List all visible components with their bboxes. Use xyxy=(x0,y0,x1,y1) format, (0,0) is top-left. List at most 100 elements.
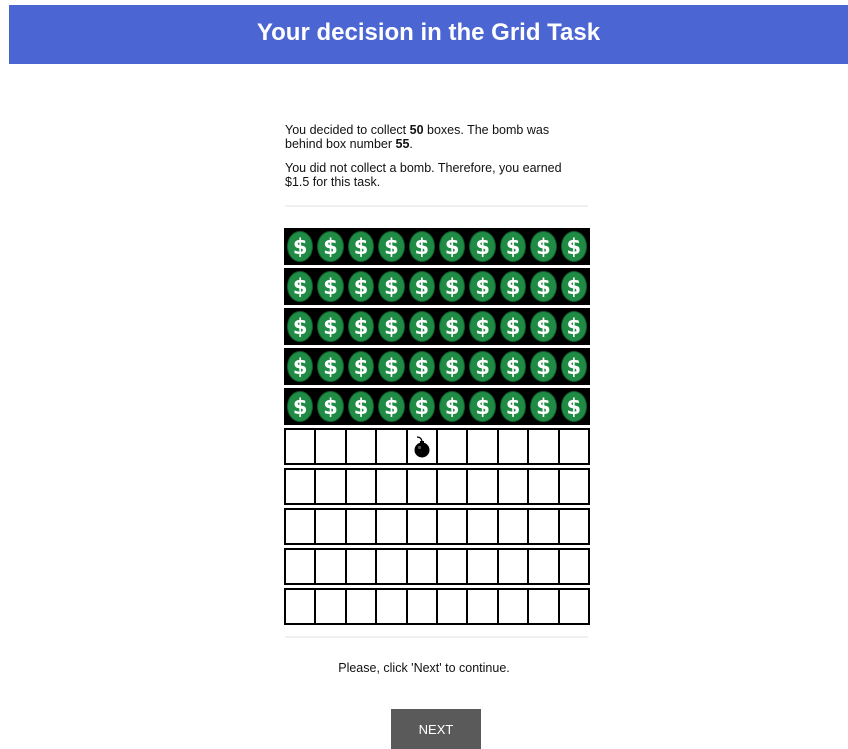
grid-box: $ xyxy=(498,310,528,343)
grid-box xyxy=(286,430,315,463)
grid-box: $ xyxy=(377,350,406,383)
grid-box: $ xyxy=(346,310,376,343)
grid-box: $ xyxy=(529,310,558,343)
grid-box xyxy=(438,590,467,623)
grid-box: $ xyxy=(377,230,406,263)
grid-box xyxy=(438,550,467,583)
page-header: Your decision in the Grid Task xyxy=(9,5,848,64)
grid-box xyxy=(559,590,589,623)
grid-row: $ $ $ $ $ $ $ $ $ $ xyxy=(284,348,590,385)
grid-box xyxy=(438,430,467,463)
grid-row xyxy=(284,548,590,585)
grid-row: $ $ $ $ $ $ $ $ $ $ xyxy=(284,388,590,425)
dollar-coin-icon: $ xyxy=(317,391,344,422)
bomb-box-number: 55 xyxy=(395,137,410,151)
dollar-coin-icon: $ xyxy=(347,311,375,342)
grid-box: $ xyxy=(407,350,437,383)
grid-box xyxy=(529,510,558,543)
grid-box: $ xyxy=(346,390,376,423)
dollar-coin-icon: $ xyxy=(439,231,466,262)
grid-box: $ xyxy=(559,350,589,383)
grid-row: $ $ $ $ $ $ $ $ $ $ xyxy=(284,228,590,265)
grid-box: $ xyxy=(377,270,406,303)
grid-box xyxy=(529,590,558,623)
grid-row xyxy=(284,468,590,505)
grid-row: $ $ $ $ $ $ $ $ $ $ xyxy=(284,268,590,305)
grid-box: $ xyxy=(498,270,528,303)
grid-box xyxy=(346,550,376,583)
dollar-coin-icon: $ xyxy=(408,231,436,262)
grid-box: $ xyxy=(468,270,497,303)
dollar-coin-icon: $ xyxy=(347,391,375,422)
grid-box: $ xyxy=(316,310,345,343)
dollar-coin-icon: $ xyxy=(469,311,496,342)
grid-box xyxy=(316,590,345,623)
grid-box: $ xyxy=(498,390,528,423)
grid-box: $ xyxy=(316,230,345,263)
earnings-text: You did not collect a bomb. Therefore, y… xyxy=(285,161,562,189)
next-button[interactable]: NEXT xyxy=(391,709,481,749)
grid-row: $ $ $ $ $ $ $ $ $ $ xyxy=(284,308,590,345)
dollar-coin-icon: $ xyxy=(287,311,314,342)
grid-box: $ xyxy=(529,270,558,303)
grid-box xyxy=(407,590,437,623)
grid-box: $ xyxy=(529,230,558,263)
grid-row xyxy=(284,508,590,545)
grid-box: $ xyxy=(438,310,467,343)
grid-box xyxy=(377,590,406,623)
dollar-coin-icon: $ xyxy=(499,231,527,262)
grid-box: $ xyxy=(468,350,497,383)
grid-box xyxy=(498,470,528,503)
dollar-coin-icon: $ xyxy=(530,231,557,262)
dollar-coin-icon: $ xyxy=(408,311,436,342)
grid-box: $ xyxy=(346,270,376,303)
grid-box xyxy=(407,550,437,583)
dollar-coin-icon: $ xyxy=(530,391,557,422)
grid-box xyxy=(468,470,497,503)
grid-box xyxy=(468,550,497,583)
box-grid: $ $ $ $ $ $ $ $ $ $ $ $ $ $ $ $ $ $ $ $ $ $ $ $ $ $ $ $ $ $ $ $ $ $ $ $ $ $ $ $… xyxy=(284,228,590,628)
grid-box: $ xyxy=(438,230,467,263)
summary-text-part: You decided to collect xyxy=(285,123,410,137)
grid-box xyxy=(346,430,376,463)
grid-box: $ xyxy=(438,390,467,423)
grid-box xyxy=(346,590,376,623)
dollar-coin-icon: $ xyxy=(378,271,405,302)
grid-box xyxy=(529,470,558,503)
grid-box: $ xyxy=(286,390,315,423)
dollar-coin-icon: $ xyxy=(530,351,557,382)
dollar-coin-icon: $ xyxy=(560,271,588,302)
grid-box: $ xyxy=(346,230,376,263)
dollar-coin-icon: $ xyxy=(560,391,588,422)
grid-box xyxy=(377,550,406,583)
grid-box xyxy=(438,470,467,503)
grid-box xyxy=(346,510,376,543)
dollar-coin-icon: $ xyxy=(408,351,436,382)
dollar-coin-icon: $ xyxy=(439,351,466,382)
dollar-coin-icon: $ xyxy=(499,311,527,342)
page-title: Your decision in the Grid Task xyxy=(256,19,601,46)
grid-box: $ xyxy=(468,310,497,343)
grid-box: $ xyxy=(286,350,315,383)
grid-box xyxy=(498,430,528,463)
grid-box xyxy=(377,510,406,543)
divider xyxy=(285,636,588,638)
grid-box xyxy=(498,550,528,583)
dollar-coin-icon: $ xyxy=(469,351,496,382)
grid-box: $ xyxy=(286,230,315,263)
dollar-coin-icon: $ xyxy=(469,271,496,302)
dollar-coin-icon: $ xyxy=(408,271,436,302)
grid-box xyxy=(316,430,345,463)
dollar-coin-icon: $ xyxy=(378,231,405,262)
dollar-coin-icon: $ xyxy=(287,271,314,302)
dollar-coin-icon: $ xyxy=(560,311,588,342)
grid-box: $ xyxy=(529,390,558,423)
grid-box: $ xyxy=(559,230,589,263)
grid-box xyxy=(529,550,558,583)
grid-box xyxy=(377,470,406,503)
grid-box xyxy=(438,510,467,543)
grid-row xyxy=(284,428,590,465)
dollar-coin-icon: $ xyxy=(347,231,375,262)
dollar-coin-icon: $ xyxy=(499,351,527,382)
grid-box: $ xyxy=(407,310,437,343)
